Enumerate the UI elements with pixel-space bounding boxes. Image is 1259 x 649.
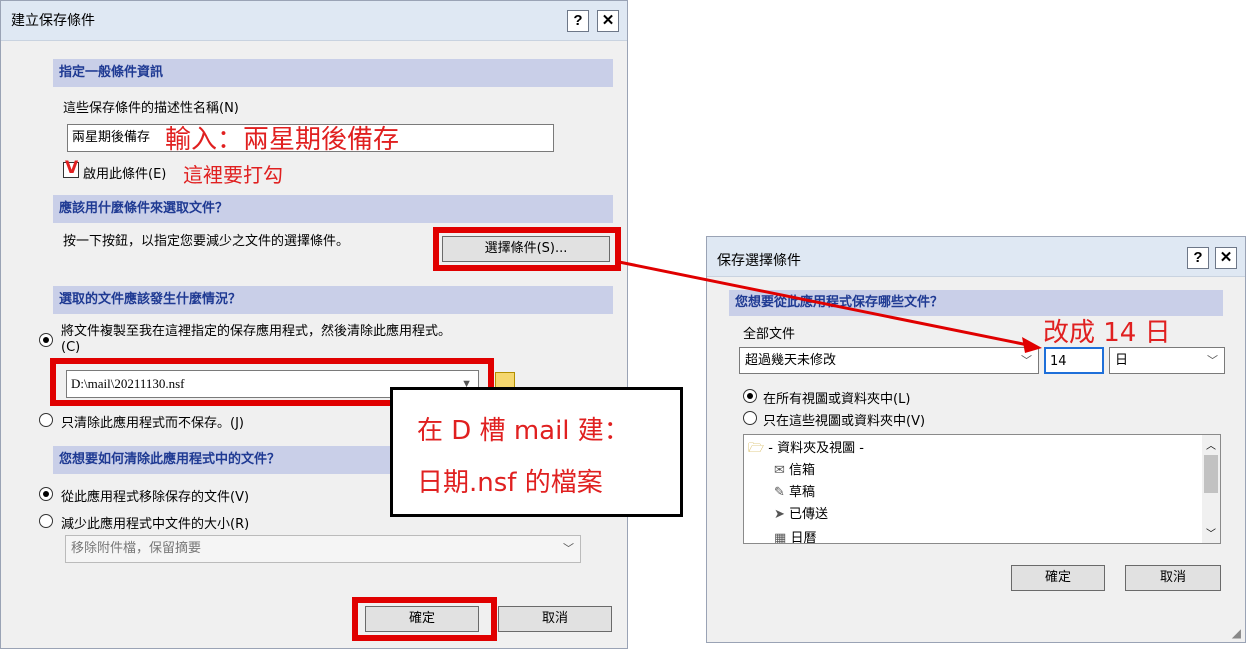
- input-annotation: 輸入：兩星期後備存: [165, 125, 400, 155]
- section-cleanup: 您想要如何清除此應用程式中的文件？: [53, 446, 378, 474]
- callout-box: 在 D 槽 mail 建： 日期.nsf 的檔案: [390, 387, 683, 517]
- radio-copy-label: 將文件複製至我在這裡指定的保存應用程式，然後清除此應用程式。(C): [61, 324, 452, 355]
- section-select-criteria: 應該用什麼條件來選取文件？: [53, 195, 613, 223]
- enable-label: 啟用此條件(E): [83, 167, 167, 182]
- unit-value: 日: [1115, 353, 1129, 368]
- radio-clear-only[interactable]: [39, 413, 53, 427]
- selection-criteria-dialog: 保存選擇條件 ? ✕ 您想要從此應用程式保存哪些文件？ 全部文件 超過幾天未修改…: [706, 236, 1246, 643]
- check-annotation: 這裡要打勾: [183, 163, 283, 187]
- change-annotation: 改成 14 日: [1043, 318, 1171, 348]
- close-button[interactable]: ✕: [597, 10, 619, 32]
- radio-reduce-size[interactable]: [39, 514, 53, 528]
- ok-button[interactable]: 確定: [1011, 565, 1105, 591]
- enable-checkbox[interactable]: V: [63, 158, 79, 178]
- cancel-button[interactable]: 取消: [498, 606, 612, 632]
- close-button[interactable]: ✕: [1215, 247, 1237, 269]
- inbox-icon: ✉: [774, 463, 785, 478]
- views-tree-list[interactable]: 🗁 - 資料夾及視圖 - ✉ 信箱 ✎ 草稿 ➤ 已傳送 ▦ 日曆 ︿ ﹀: [743, 434, 1221, 544]
- tree-item-inbox[interactable]: ✉ 信箱: [774, 459, 815, 478]
- tree-item-label: 草稿: [789, 485, 816, 500]
- unit-select[interactable]: 日 ﹀: [1109, 347, 1225, 374]
- chevron-down-icon: ﹀: [1207, 354, 1218, 367]
- tree-item-label: 信箱: [789, 463, 816, 478]
- section-general-info: 指定一般條件資訊: [53, 59, 613, 87]
- radio-copy-archive[interactable]: [39, 333, 53, 347]
- sent-icon: ➤: [774, 507, 785, 522]
- radio-all-views[interactable]: [743, 389, 757, 403]
- tree-item-root[interactable]: 🗁 - 資料夾及視圖 -: [748, 437, 864, 461]
- section-action: 選取的文件應該發生什麼情況？: [53, 286, 613, 314]
- chevron-down-icon: ﹀: [1021, 354, 1032, 367]
- reduce-option-select[interactable]: 移除附件檔，保留摘要 ﹀: [65, 535, 581, 563]
- calendar-icon: ▦: [774, 531, 787, 544]
- radio-clear-label: 只清除此應用程式而不保存。(J): [61, 416, 244, 431]
- tree-item-label: 日曆: [790, 531, 817, 544]
- tree-item-sent[interactable]: ➤ 已傳送: [774, 503, 828, 522]
- days-input[interactable]: 14: [1044, 347, 1104, 374]
- radio-these-views-label: 只在這些視圖或資料夾中(V): [763, 414, 926, 429]
- chevron-down-icon: ﹀: [563, 542, 574, 555]
- radio-reduce-label: 減少此應用程式中文件的大小(R): [61, 517, 250, 532]
- resize-grip-icon[interactable]: ◢: [1232, 626, 1241, 640]
- select-criteria-highlight: [433, 227, 621, 271]
- all-docs-label: 全部文件: [743, 327, 796, 342]
- description-label: 這些保存條件的描述性名稱(N): [63, 101, 239, 116]
- reduce-option-value: 移除附件檔，保留摘要: [71, 541, 202, 556]
- radio-remove-docs[interactable]: [39, 487, 53, 501]
- ok-button-highlight: [352, 597, 497, 641]
- tree-item-label: 已傳送: [789, 507, 829, 522]
- scrollbar-thumb[interactable]: [1204, 455, 1218, 493]
- days-value: 14: [1050, 354, 1067, 369]
- criteria-value: 超過幾天未修改: [745, 353, 837, 368]
- callout-line1: 在 D 槽 mail 建：: [417, 416, 630, 446]
- select-hint: 按一下按鈕，以指定您要減少之文件的選擇條件。: [63, 234, 350, 249]
- callout-line2: 日期.nsf 的檔案: [417, 468, 603, 498]
- dialog2-title: 保存選擇條件: [717, 253, 801, 269]
- dialog1-title: 建立保存條件: [11, 13, 95, 29]
- chevron-up-icon[interactable]: ︿: [1206, 437, 1216, 452]
- help-button[interactable]: ?: [1187, 247, 1209, 269]
- tree-item-calendar[interactable]: ▦ 日曆: [774, 527, 817, 544]
- draft-icon: ✎: [774, 485, 785, 500]
- description-value: 兩星期後備存: [72, 130, 151, 145]
- chevron-down-icon[interactable]: ﹀: [1206, 525, 1216, 540]
- folder-open-icon: 🗁: [748, 441, 765, 456]
- criteria-select[interactable]: 超過幾天未修改 ﹀: [739, 347, 1039, 374]
- tree-item-label: - 資料夾及視圖 -: [768, 441, 864, 456]
- radio-these-views[interactable]: [743, 411, 757, 425]
- tree-scrollbar[interactable]: ︿ ﹀: [1202, 435, 1220, 543]
- cancel-button[interactable]: 取消: [1125, 565, 1221, 591]
- tree-item-drafts[interactable]: ✎ 草稿: [774, 481, 815, 500]
- radio-remove-label: 從此應用程式移除保存的文件(V): [61, 490, 250, 505]
- help-button[interactable]: ?: [567, 10, 589, 32]
- radio-all-views-label: 在所有視圖或資料夾中(L): [763, 392, 911, 407]
- archive-criteria-dialog: 建立保存條件 ? ✕ 指定一般條件資訊 這些保存條件的描述性名稱(N) 兩星期後…: [0, 0, 628, 649]
- checkmark-icon: V: [65, 158, 79, 178]
